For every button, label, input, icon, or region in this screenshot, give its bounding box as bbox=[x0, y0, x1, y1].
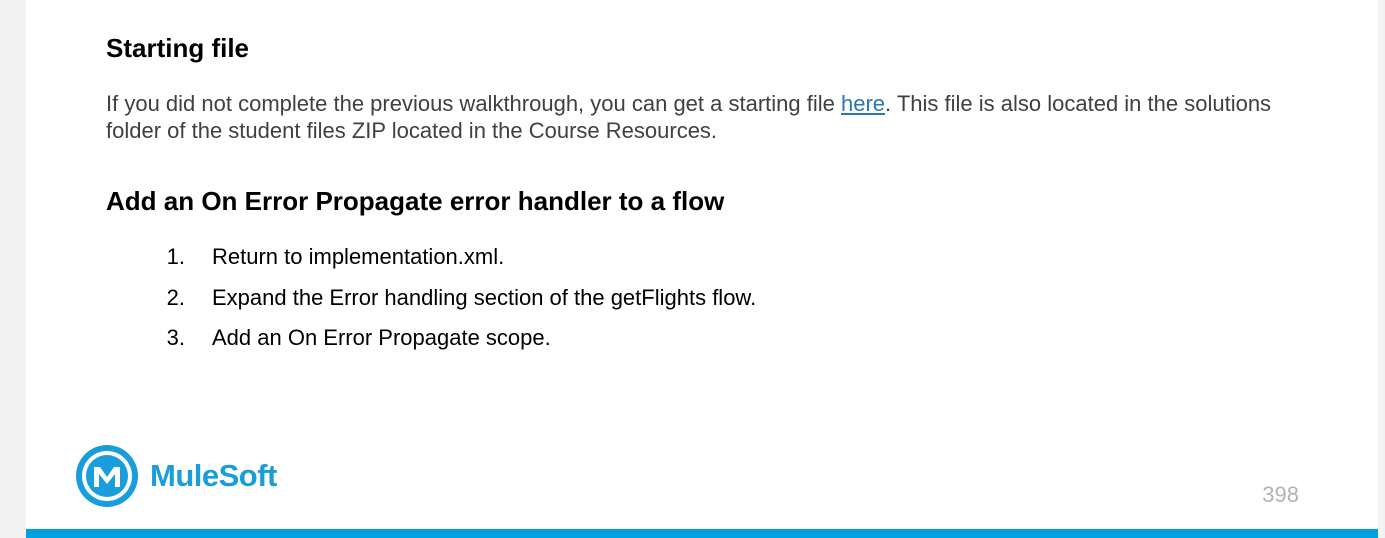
list-item: 3. Add an On Error Propagate scope. bbox=[106, 323, 756, 364]
footer-accent-bar bbox=[26, 529, 1378, 538]
step-text: Expand the Error handling section of the… bbox=[212, 284, 757, 310]
steps-list: 1. Return to implementation.xml. 2. Expand… bbox=[106, 242, 757, 364]
step-number: 1. bbox=[166, 244, 185, 269]
list-item: 2. Expand the Error handling section of t… bbox=[106, 283, 757, 324]
mulesoft-logo: MuleSoft bbox=[74, 443, 277, 509]
mulesoft-logo-icon bbox=[76, 445, 138, 507]
list-item: 1. Return to implementation.xml. bbox=[106, 242, 756, 283]
section-heading-add-handler: Add an On Error Propagate error handler … bbox=[106, 186, 725, 216]
document-page: Starting file If you did not complete th… bbox=[26, 0, 1378, 538]
page-number: 398 bbox=[1262, 482, 1299, 507]
step-text: Add an On Error Propagate scope. bbox=[212, 325, 551, 350]
step-number: 3. bbox=[166, 325, 185, 350]
starting-file-link[interactable]: here bbox=[841, 91, 885, 116]
logo-wordmark: MuleSoft bbox=[150, 458, 277, 493]
section-heading-starting-file: Starting file bbox=[106, 33, 250, 63]
step-text: Return to implementation.xml. bbox=[212, 244, 505, 269]
paragraph-text-before-link: If you did not complete the previous wal… bbox=[106, 91, 841, 116]
starting-file-paragraph: If you did not complete the previous wal… bbox=[106, 90, 1326, 144]
step-number: 2. bbox=[166, 284, 185, 310]
